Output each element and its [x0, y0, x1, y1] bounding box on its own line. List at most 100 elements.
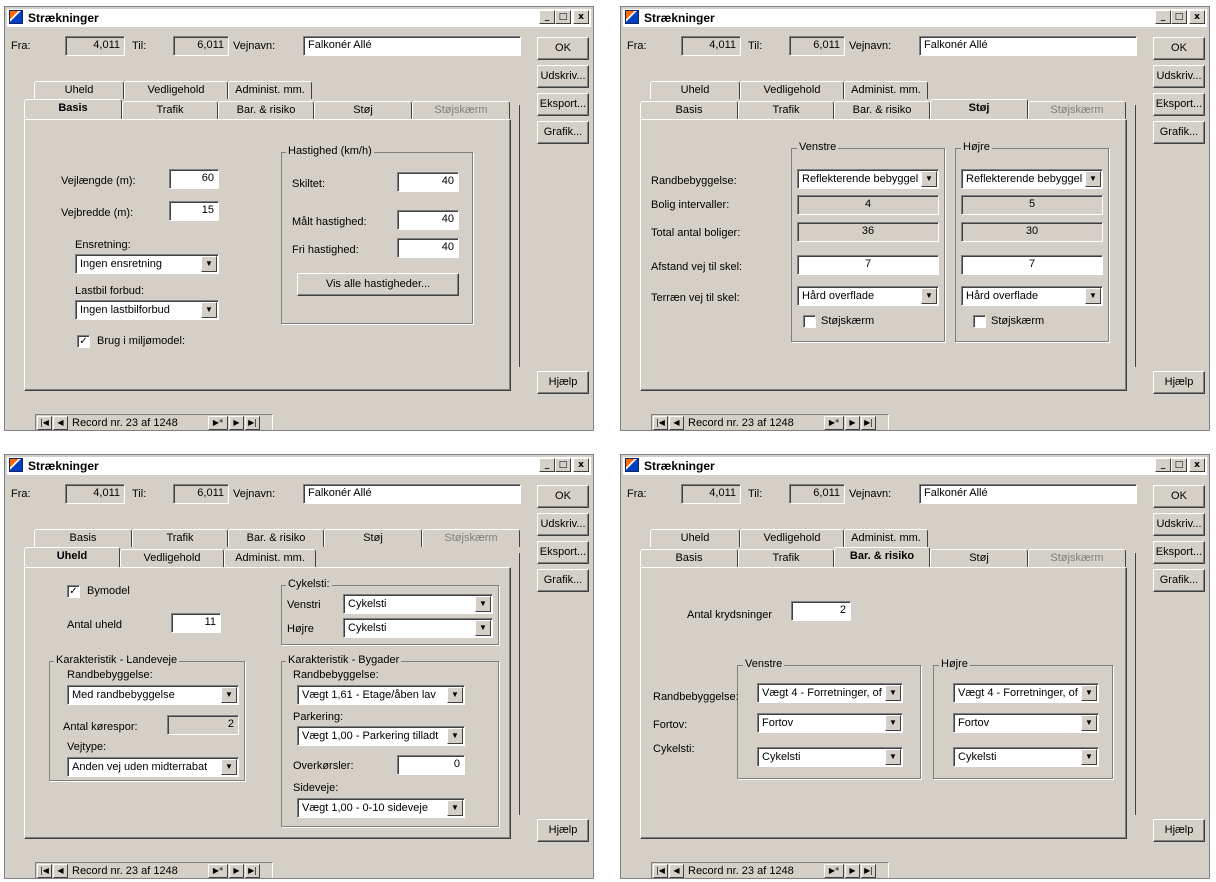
cykelsti-hojre-select[interactable]: Cykelsti ▼: [953, 747, 1099, 767]
chevron-down-icon[interactable]: ▼: [447, 687, 463, 703]
hjaelp-button[interactable]: Hjælp: [1153, 819, 1205, 842]
next-record-icon[interactable]: ▶: [845, 416, 860, 430]
title-bar[interactable]: Strækninger _ □ x: [623, 457, 1207, 475]
brug-checkbox[interactable]: ✓: [77, 335, 90, 348]
lastbil-select[interactable]: Ingen lastbilforbud ▼: [75, 300, 219, 320]
fra-field[interactable]: 4,011: [681, 484, 741, 504]
tab-vedligehold[interactable]: Vedligehold: [120, 549, 224, 567]
chevron-down-icon[interactable]: ▼: [885, 749, 901, 765]
hjaelp-button[interactable]: Hjælp: [537, 371, 589, 394]
stojskaerm-hojre-checkbox[interactable]: [973, 315, 986, 328]
tab-trafik[interactable]: Trafik: [122, 101, 218, 119]
last-record-icon[interactable]: ▶|: [861, 864, 876, 878]
parkering-select[interactable]: Vægt 1,00 - Parkering tilladt ▼: [297, 726, 465, 746]
fra-field[interactable]: 4,011: [681, 36, 741, 56]
tab-basis[interactable]: Basis: [640, 101, 738, 119]
cykelsti-hojre-select[interactable]: Cykelsti ▼: [343, 618, 493, 638]
tab-administ[interactable]: Administ. mm.: [844, 81, 928, 99]
land-rand-select[interactable]: Med randbebyggelse ▼: [67, 685, 239, 705]
chevron-down-icon[interactable]: ▼: [1081, 749, 1097, 765]
vejnavn-field[interactable]: Falkonér Allé: [919, 484, 1137, 504]
tab-stoj[interactable]: Støj: [930, 99, 1028, 119]
terraen-venstre-select[interactable]: Hård overflade ▼: [797, 286, 939, 306]
tab-basis[interactable]: Basis: [640, 549, 738, 567]
tab-basis[interactable]: Basis: [34, 529, 132, 547]
rand-venstre-select[interactable]: Vægt 4 - Forretninger, off. ▼: [757, 683, 903, 703]
udskriv-button[interactable]: Udskriv...: [537, 513, 589, 536]
tab-stojskaerm[interactable]: Støjskærm: [422, 529, 520, 547]
close-button[interactable]: x: [1189, 458, 1205, 472]
chevron-down-icon[interactable]: ▼: [475, 596, 491, 612]
fortov-venstre-select[interactable]: Fortov ▼: [757, 713, 903, 733]
new-record-icon[interactable]: ▶*: [824, 864, 844, 878]
tab-stojskaerm[interactable]: Støjskærm: [412, 101, 510, 119]
maximize-button[interactable]: □: [555, 10, 571, 24]
tab-uheld[interactable]: Uheld: [650, 81, 740, 99]
antal-uheld-field[interactable]: 11: [171, 613, 221, 633]
title-bar[interactable]: Strækninger _ □ x: [7, 457, 591, 475]
eksport-button[interactable]: Eksport...: [537, 541, 589, 564]
rand-hojre-select[interactable]: Reflekterende bebyggelse ▼: [961, 169, 1103, 189]
afstand-hojre-field[interactable]: 7: [961, 255, 1103, 275]
udskriv-button[interactable]: Udskriv...: [1153, 65, 1205, 88]
fortov-hojre-select[interactable]: Fortov ▼: [953, 713, 1099, 733]
first-record-icon[interactable]: |◀: [653, 416, 668, 430]
udskriv-button[interactable]: Udskriv...: [537, 65, 589, 88]
rand-hojre-select[interactable]: Vægt 4 - Forretninger, off. ▼: [953, 683, 1099, 703]
vis-hastigheder-button[interactable]: Vis alle hastigheder...: [297, 273, 459, 296]
maximize-button[interactable]: □: [1171, 458, 1187, 472]
tab-vedligehold[interactable]: Vedligehold: [740, 529, 844, 547]
tab-stoj[interactable]: Støj: [324, 529, 422, 547]
grafik-button[interactable]: Grafik...: [537, 121, 589, 144]
krydsninger-field[interactable]: 2: [791, 601, 851, 621]
prev-record-icon[interactable]: ◀: [669, 864, 684, 878]
hjaelp-button[interactable]: Hjælp: [537, 819, 589, 842]
ensretning-select[interactable]: Ingen ensretning ▼: [75, 254, 219, 274]
grafik-button[interactable]: Grafik...: [1153, 121, 1205, 144]
til-field[interactable]: 6,011: [789, 484, 845, 504]
ok-button[interactable]: OK: [537, 485, 589, 508]
tab-stoj[interactable]: Støj: [314, 101, 412, 119]
title-bar[interactable]: Strækninger _ □ x: [7, 9, 591, 27]
by-rand-select[interactable]: Vægt 1,61 - Etage/åben lav ▼: [297, 685, 465, 705]
next-record-icon[interactable]: ▶: [845, 864, 860, 878]
prev-record-icon[interactable]: ◀: [669, 416, 684, 430]
til-field[interactable]: 6,011: [789, 36, 845, 56]
chevron-down-icon[interactable]: ▼: [1081, 715, 1097, 731]
eksport-button[interactable]: Eksport...: [1153, 93, 1205, 116]
tab-bar-risiko[interactable]: Bar. & risiko: [218, 101, 314, 119]
tab-stojskaerm[interactable]: Støjskærm: [1028, 101, 1126, 119]
chevron-down-icon[interactable]: ▼: [921, 171, 937, 187]
next-record-icon[interactable]: ▶: [229, 864, 244, 878]
tab-uheld[interactable]: Uheld: [650, 529, 740, 547]
new-record-icon[interactable]: ▶*: [208, 416, 228, 430]
first-record-icon[interactable]: |◀: [37, 416, 52, 430]
bymodel-checkbox[interactable]: ✓: [67, 585, 80, 598]
grafik-button[interactable]: Grafik...: [537, 569, 589, 592]
last-record-icon[interactable]: ▶|: [861, 416, 876, 430]
tab-administ[interactable]: Administ. mm.: [228, 81, 312, 99]
maalt-field[interactable]: 40: [397, 210, 459, 230]
fri-field[interactable]: 40: [397, 238, 459, 258]
vejbredde-field[interactable]: 15: [169, 201, 219, 221]
maximize-button[interactable]: □: [1171, 10, 1187, 24]
minimize-button[interactable]: _: [539, 458, 555, 472]
vejnavn-field[interactable]: Falkonér Allé: [303, 36, 521, 56]
skiltet-field[interactable]: 40: [397, 172, 459, 192]
tab-administ[interactable]: Administ. mm.: [224, 549, 316, 567]
close-button[interactable]: x: [573, 458, 589, 472]
vejtype-select[interactable]: Anden vej uden midterrabat ▼: [67, 757, 239, 777]
chevron-down-icon[interactable]: ▼: [885, 685, 901, 701]
prev-record-icon[interactable]: ◀: [53, 416, 68, 430]
chevron-down-icon[interactable]: ▼: [1085, 288, 1101, 304]
tab-vedligehold[interactable]: Vedligehold: [740, 81, 844, 99]
chevron-down-icon[interactable]: ▼: [221, 759, 237, 775]
eksport-button[interactable]: Eksport...: [1153, 541, 1205, 564]
title-bar[interactable]: Strækninger _ □ x: [623, 9, 1207, 27]
last-record-icon[interactable]: ▶|: [245, 416, 260, 430]
new-record-icon[interactable]: ▶*: [824, 416, 844, 430]
vejlaengde-field[interactable]: 60: [169, 169, 219, 189]
hjaelp-button[interactable]: Hjælp: [1153, 371, 1205, 394]
overkorsler-field[interactable]: 0: [397, 755, 465, 775]
new-record-icon[interactable]: ▶*: [208, 864, 228, 878]
